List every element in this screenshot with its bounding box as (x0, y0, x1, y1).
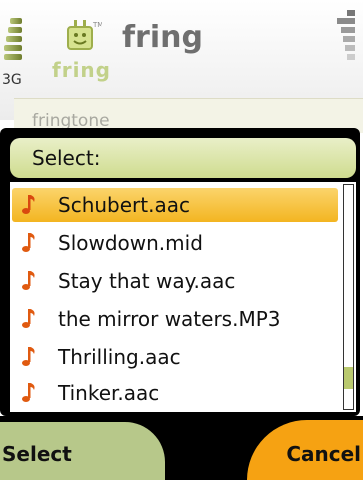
list-item[interactable]: Stay that way.aac (12, 264, 338, 298)
softkey-bar: Select Cancel (0, 416, 363, 480)
scroll-thumb[interactable] (344, 367, 353, 389)
list-item-label: Tinker.aac (58, 381, 160, 405)
app-title: fring (122, 20, 203, 55)
fring-logo-icon: TM (62, 18, 103, 58)
list-item[interactable]: Slowdown.mid (12, 226, 338, 260)
list-item-label: Stay that way.aac (58, 269, 236, 293)
list-item-label: Schubert.aac (58, 193, 190, 217)
select-softkey[interactable]: Select (2, 442, 72, 466)
list-item[interactable]: Schubert.aac (12, 188, 338, 222)
signal-strength-icon (4, 18, 22, 70)
cancel-softkey[interactable]: Cancel (286, 442, 361, 466)
list-item-label: Thrilling.aac (58, 345, 181, 369)
dialog-title: Select: (32, 146, 101, 170)
music-note-icon (22, 347, 35, 366)
battery-icon (335, 10, 357, 68)
list-item[interactable]: Thrilling.aac (12, 340, 338, 374)
tone-list: Schubert.aac Slowdown.mid Stay that way.… (10, 182, 356, 412)
select-dialog: Select: Schubert.aac Slowdown.mid Stay t… (0, 128, 360, 416)
trademark-label: TM (92, 21, 102, 29)
music-note-icon (22, 309, 35, 328)
list-item-label: the mirror waters.MP3 (58, 307, 281, 331)
music-note-icon (22, 271, 35, 290)
list-item[interactable]: the mirror waters.MP3 (12, 302, 338, 336)
list-item[interactable]: Tinker.aac (12, 376, 338, 410)
list-item-label: Slowdown.mid (58, 231, 203, 255)
scrollbar[interactable] (343, 184, 354, 410)
music-note-icon (22, 233, 35, 252)
music-note-icon (22, 383, 35, 402)
logo-wordmark: fring (52, 58, 111, 82)
dialog-header: Select: (10, 138, 356, 178)
network-indicator: 3G (2, 72, 22, 88)
music-note-icon (22, 195, 35, 214)
